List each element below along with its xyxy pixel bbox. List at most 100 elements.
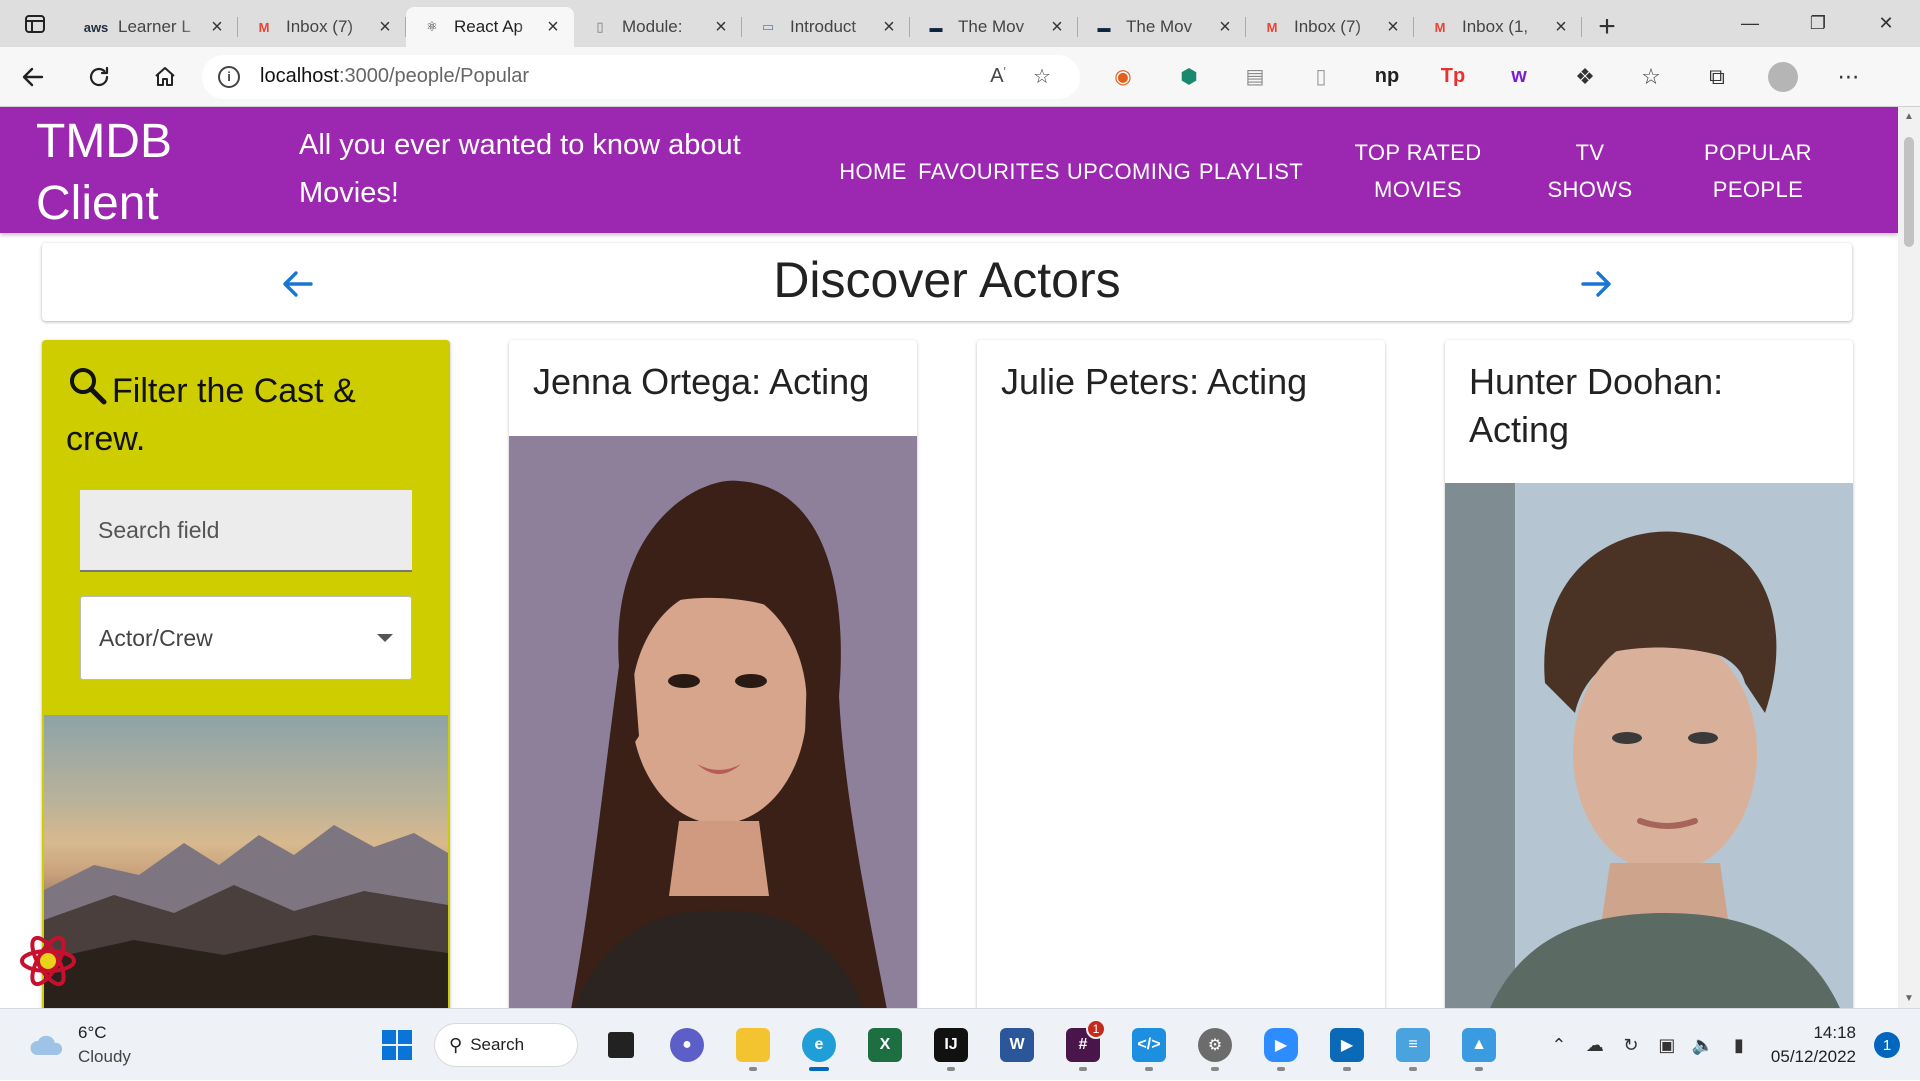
close-tab-icon[interactable]: ×	[1550, 16, 1572, 39]
weather-widget[interactable]: 6°C Cloudy	[28, 1021, 131, 1069]
ext-np-icon[interactable]: np	[1354, 47, 1420, 107]
edge-browser-app[interactable]: e	[786, 1017, 852, 1073]
tab-title: Introduct	[790, 17, 857, 36]
slack-app[interactable]: #1	[1050, 1017, 1116, 1073]
intellij-app[interactable]: IJ	[918, 1017, 984, 1073]
browser-tab[interactable]: ▬ The Mov ×	[910, 7, 1078, 47]
browser-tab[interactable]: M Inbox (7) ×	[238, 7, 406, 47]
page-scrollbar[interactable]: ▲ ▼	[1898, 107, 1920, 1008]
ext-shield-icon[interactable]: ⬢	[1156, 47, 1222, 107]
excel-app[interactable]: X	[852, 1017, 918, 1073]
actor-card[interactable]: Jenna Ortega: Acting	[509, 340, 917, 1008]
new-tab-button[interactable]: +	[1582, 7, 1632, 47]
minimize-button[interactable]: —	[1716, 0, 1784, 47]
word-icon: W	[1000, 1028, 1034, 1062]
word-app[interactable]: W	[984, 1017, 1050, 1073]
home-button[interactable]	[132, 47, 198, 107]
ext-page-icon[interactable]: ▯	[1288, 47, 1354, 107]
actor-card[interactable]: Julie Peters: Acting	[977, 340, 1385, 1008]
tab-title: Inbox (1,	[1462, 17, 1529, 36]
select-value: Actor/Crew	[99, 624, 213, 651]
scroll-down-icon[interactable]: ▼	[1903, 993, 1915, 1004]
chat-app[interactable]: ●	[654, 1017, 720, 1073]
browser-tab[interactable]: ▭ Introduct ×	[742, 7, 910, 47]
onedrive-icon[interactable]: ☁	[1577, 1035, 1613, 1056]
restore-button[interactable]: ❐	[1784, 0, 1852, 47]
sync-icon[interactable]: ↻	[1613, 1035, 1649, 1056]
profile-avatar-icon[interactable]	[1750, 47, 1816, 107]
task-view-button[interactable]	[588, 1017, 654, 1073]
photos-app[interactable]: ▲	[1446, 1017, 1512, 1073]
notepad-icon: ≡	[1396, 1028, 1430, 1062]
url-bar[interactable]: i localhost:3000/people/Popular A′ ☆	[202, 54, 1080, 99]
ext-tp-icon[interactable]: Tp	[1420, 47, 1486, 107]
taskbar-search[interactable]: ⚲ Search	[434, 1023, 578, 1067]
nav-favourites[interactable]: Favourites	[918, 153, 1060, 190]
close-tab-icon[interactable]: ×	[542, 16, 564, 39]
ext-circle-icon[interactable]: ◉	[1090, 47, 1156, 107]
more-menu-icon[interactable]: ⋯	[1816, 47, 1882, 107]
url-text[interactable]: localhost:3000/people/Popular	[260, 65, 976, 88]
ext-stack-icon[interactable]: ▤	[1222, 47, 1288, 107]
nav-popular-people[interactable]: Popular People	[1688, 134, 1828, 208]
add-favorite-icon[interactable]: ☆	[1020, 64, 1064, 89]
cloud-icon	[30, 1035, 63, 1055]
browser-tab[interactable]: ⚛ React Ap ×	[406, 7, 574, 47]
scroll-up-icon[interactable]: ▲	[1903, 111, 1915, 122]
browser-tab[interactable]: ▯ Module: ×	[574, 7, 742, 47]
react-devtools-icon[interactable]	[18, 931, 78, 991]
close-tab-icon[interactable]: ×	[374, 16, 396, 39]
browser-tab[interactable]: M Inbox (7) ×	[1246, 7, 1414, 47]
volume-icon[interactable]: 🔈	[1685, 1035, 1721, 1056]
book-icon: ▭	[761, 19, 775, 34]
task-view-icon	[608, 1032, 634, 1058]
actor-card[interactable]: Hunter Doohan: Acting	[1445, 340, 1853, 1008]
site-info-icon[interactable]: i	[218, 65, 240, 88]
nav-upcoming[interactable]: Upcoming	[1064, 153, 1194, 190]
collections-icon[interactable]: ⧉	[1684, 47, 1750, 107]
nav-playlist[interactable]: Playlist	[1196, 153, 1306, 190]
back-button[interactable]	[0, 47, 66, 107]
zoom-app[interactable]: ▶	[1248, 1017, 1314, 1073]
close-tab-icon[interactable]: ×	[878, 16, 900, 39]
nav-home[interactable]: Home	[828, 153, 918, 190]
ext-w-icon[interactable]: w	[1486, 47, 1552, 107]
tmdb-icon: ▬	[929, 19, 943, 35]
close-tab-icon[interactable]: ×	[206, 16, 228, 39]
notification-center-badge[interactable]: 1	[1874, 1032, 1900, 1058]
vscode-app[interactable]: </>	[1116, 1017, 1182, 1073]
search-input[interactable]	[80, 490, 412, 570]
clock[interactable]: 14:18 05/12/2022	[1771, 1021, 1856, 1069]
tmdb-icon: ▬	[1097, 19, 1111, 35]
battery-icon[interactable]: ▮	[1721, 1035, 1757, 1056]
browser-tab[interactable]: aws Learner L ×	[70, 7, 238, 47]
nav-top-rated-movies[interactable]: Top Rated Movies	[1340, 134, 1496, 208]
close-tab-icon[interactable]: ×	[1382, 16, 1404, 39]
photos-icon: ▲	[1462, 1028, 1496, 1062]
refresh-button[interactable]	[66, 47, 132, 107]
nav-tv-shows[interactable]: TV Shows	[1535, 134, 1645, 208]
close-tab-icon[interactable]: ×	[710, 16, 732, 39]
read-aloud-icon[interactable]: A′	[976, 65, 1020, 88]
tab-actions-icon[interactable]	[0, 0, 70, 47]
browser-tab[interactable]: M Inbox (1, ×	[1414, 7, 1582, 47]
actor-crew-select[interactable]: Actor/Crew	[80, 596, 412, 680]
browser-tab[interactable]: ▬ The Mov ×	[1078, 7, 1246, 47]
chevron-up-icon[interactable]: ⌃	[1541, 1035, 1577, 1056]
windows-taskbar: 6°C Cloudy ⚲ Search ● e X IJ W #1 </> ⚙ …	[0, 1008, 1920, 1080]
close-tab-icon[interactable]: ×	[1214, 16, 1236, 39]
file-explorer-app[interactable]	[720, 1017, 786, 1073]
tab-title: The Mov	[1126, 17, 1193, 36]
extensions-puzzle-icon[interactable]: ❖	[1552, 47, 1618, 107]
next-page-button[interactable]	[1570, 257, 1624, 311]
notepad-app[interactable]: ≡	[1380, 1017, 1446, 1073]
search-field[interactable]	[80, 490, 412, 572]
close-tab-icon[interactable]: ×	[1046, 16, 1068, 39]
close-window-button[interactable]: ✕	[1852, 0, 1920, 47]
network-icon[interactable]: ▣	[1649, 1035, 1685, 1056]
scroll-thumb[interactable]	[1904, 137, 1914, 247]
media-player-app[interactable]: ▶	[1314, 1017, 1380, 1073]
favorites-icon[interactable]: ☆	[1618, 47, 1684, 107]
start-button[interactable]	[364, 1017, 430, 1073]
settings-app[interactable]: ⚙	[1182, 1017, 1248, 1073]
